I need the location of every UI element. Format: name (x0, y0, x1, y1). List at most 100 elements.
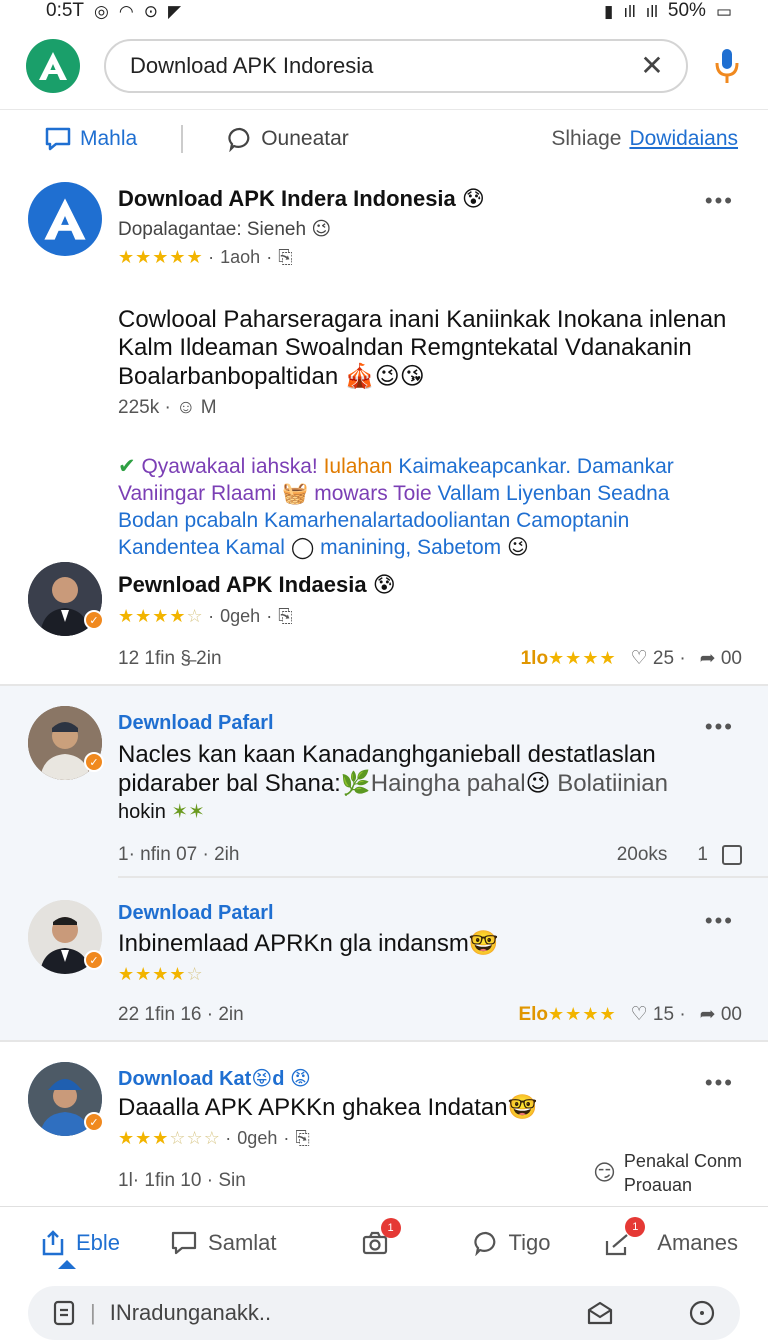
nav-label: Amanes (657, 1229, 738, 1255)
status-time: 0:5T (46, 0, 85, 21)
time-text: 0geh (220, 606, 261, 626)
emoji-icon: 😉 (506, 535, 529, 559)
post-body: Cowlooal Paharseragara inani Kaniinkak I… (118, 306, 742, 391)
tag-text[interactable]: Kaimakeapcankar. Damankar (398, 455, 673, 478)
verified-badge-icon: ✓ (84, 950, 104, 970)
wifi-icon: ◠ (118, 1, 134, 21)
body-line: Kalm Ildeaman Swoalndan Remgntekatal Vda… (118, 334, 692, 361)
post-item[interactable]: ••• Download APK Indera Indonesia 😰 Dopa… (0, 170, 768, 562)
search-input[interactable]: Download APK Indoresia (130, 53, 638, 79)
body-line-text: hokin (118, 801, 166, 823)
post-meta: ★★★☆☆☆ · 0geh · ⎘ (118, 1128, 742, 1149)
nav-amanes[interactable]: 1 Amanes (603, 1216, 738, 1257)
rating-stars: ★★★★☆ (118, 606, 204, 626)
more-options-icon[interactable]: ••• (705, 188, 734, 214)
post-item[interactable]: ✓ ••• Dewnload Patarl Inbinemlaad APRKn … (0, 878, 768, 1040)
share-button[interactable]: ➦ 00 (700, 1003, 742, 1026)
signal-icon: ıll (623, 1, 636, 21)
bottom-nav: Eble Samlat 1 Tigo 1 Amanes (0, 1206, 768, 1278)
signal2-icon: ıll (645, 1, 658, 21)
cursor-divider: | (90, 1300, 96, 1325)
bookmark-icon[interactable]: ⎘ (278, 606, 292, 627)
clear-icon[interactable]: ✕ (638, 49, 666, 82)
chat-icon (171, 1231, 197, 1254)
post-stats: 1l· 1fin 10 · Sin 😏 Penakal Conm Proauan (118, 1151, 742, 1197)
view-count: 20oks (616, 844, 668, 865)
compose-bar[interactable]: | INradunganakk.. (28, 1286, 740, 1340)
location-icon: ◤ (167, 1, 182, 21)
check-icon: ✔ (118, 455, 136, 478)
like-count: 15 (652, 1004, 675, 1025)
tag-text[interactable]: Bodan pcabaln Kamarhenalartadooliantan C… (118, 507, 742, 534)
more-options-icon[interactable]: ••• (705, 1070, 734, 1096)
post-meta: ★★★★☆ (118, 964, 742, 985)
more-options-icon[interactable]: ••• (705, 908, 734, 934)
post-item[interactable]: ✓ ••• Dewnload Pafarl Nacles kan kaan Ka… (0, 686, 768, 876)
stats-text: 1l· 1fin 10 · Sin (118, 1170, 246, 1191)
document-icon[interactable] (52, 1300, 76, 1326)
tag-text[interactable]: mowars Toie (314, 482, 432, 505)
comment-icon (228, 127, 250, 152)
nav-label: Samlat (208, 1229, 277, 1255)
rating-summary: 1lo★★★★ (520, 647, 617, 669)
like-button[interactable]: ♡ 15 · (631, 1003, 686, 1026)
tab-slhiage[interactable]: Slhiage (551, 127, 621, 151)
tag-text[interactable]: Vaniingar Rlaami (118, 482, 276, 505)
nav-eble[interactable]: Eble (40, 1229, 121, 1269)
tab-mahla[interactable]: Mahla (44, 126, 137, 152)
emoji-button-icon[interactable] (688, 1299, 716, 1327)
nav-tigo[interactable]: Tigo (473, 1230, 551, 1256)
tab-dowidaians[interactable]: Dowidaians (629, 127, 738, 151)
like-button[interactable]: ♡ 25 · (631, 647, 686, 670)
search-box[interactable]: Download APK Indoresia ✕ (104, 38, 688, 93)
bookmark-icon[interactable]: ⎘ (295, 1128, 309, 1149)
post-meta: ★★★★☆ · 0geh · ⎘ (118, 606, 742, 627)
post-title[interactable]: Download Kat😝d 😡 (118, 1066, 742, 1091)
emoji-icon: 😝 (251, 1066, 273, 1090)
plant-icon: 🌿 (340, 769, 371, 797)
post-body: Inbinemlaad APRKn gla indansm🤓 (118, 929, 742, 958)
nav-label: Eble (76, 1229, 121, 1255)
tag-text[interactable]: Qyawakaal iahska! (141, 455, 317, 478)
mic-icon[interactable] (712, 46, 742, 86)
stats-text: 1· nfin 07 · 2ih (118, 844, 240, 865)
body-line: Boalarbanbopaltidan 🎪😉😘 (118, 362, 742, 391)
post-title: Pewnload APK Indaesia 😰 (118, 572, 742, 598)
post-actions: 1lo★★★★ ♡ 25 · ➦ 00 (521, 647, 742, 670)
rating-summary: Elo★★★★ (518, 1003, 617, 1025)
people-icon: ☺ (176, 397, 196, 418)
share-count: 00 (720, 648, 742, 669)
tab-row: Mahla Ouneatar Slhiage Dowidaians (0, 110, 768, 168)
nav-samlat[interactable]: Samlat (170, 1229, 277, 1256)
post-title[interactable]: Dewnload Pafarl (118, 712, 742, 735)
more-options-icon[interactable]: ••• (705, 714, 734, 740)
compose-input[interactable]: INradunganakk.. (110, 1300, 572, 1326)
tab-right[interactable]: Slhiage Dowidaians (551, 127, 738, 151)
body-line: Cowlooal Paharseragara inani Kaniinkak I… (118, 306, 727, 333)
avatar[interactable] (28, 182, 102, 256)
post-stats: 12 1fin §̶ 2in 1lo★★★★ ♡ 25 · ➦ 00 (118, 647, 742, 670)
tab-label: Mahla (80, 127, 138, 150)
emoji-icon: 🎪😉😘 (344, 362, 425, 390)
tag-text[interactable]: manining, Sabetom (320, 536, 501, 559)
tag-text[interactable]: Vallam Liyenban Seadna (438, 482, 670, 505)
body-line-text: Haingha pahal (370, 770, 526, 797)
tag-block[interactable]: Penakal Conm Proauan (624, 1149, 742, 1197)
post-time: · 0geh · ⎘ (225, 1128, 310, 1149)
share-button[interactable]: ➦ 00 (700, 647, 742, 670)
tag-text[interactable]: Kandentea Kamal (118, 536, 285, 559)
bookmark-icon[interactable]: ⎘ (278, 247, 292, 268)
checkbox-icon[interactable] (722, 845, 742, 865)
app-logo-icon[interactable] (26, 38, 80, 93)
mail-icon[interactable] (586, 1300, 614, 1326)
tag-text[interactable]: Iulahan (324, 455, 393, 478)
post-item[interactable]: ✓ ••• Download Kat😝d 😡 Daaalla APK APKKn… (0, 1042, 768, 1206)
post-item[interactable]: ✓ Pewnload APK Indaesia 😰 ★★★★☆ · 0geh ·… (0, 562, 768, 684)
post-title[interactable]: Dewnload Patarl (118, 902, 742, 925)
nav-camera[interactable]: 1 (361, 1217, 401, 1256)
notification-badge: 1 (380, 1217, 401, 1238)
time-text: 0geh (237, 1128, 278, 1148)
tab-ouneatar[interactable]: Ouneatar (227, 126, 349, 152)
letter-a-icon (39, 51, 67, 80)
post-time: · 1aoh · ⎘ (208, 247, 293, 268)
